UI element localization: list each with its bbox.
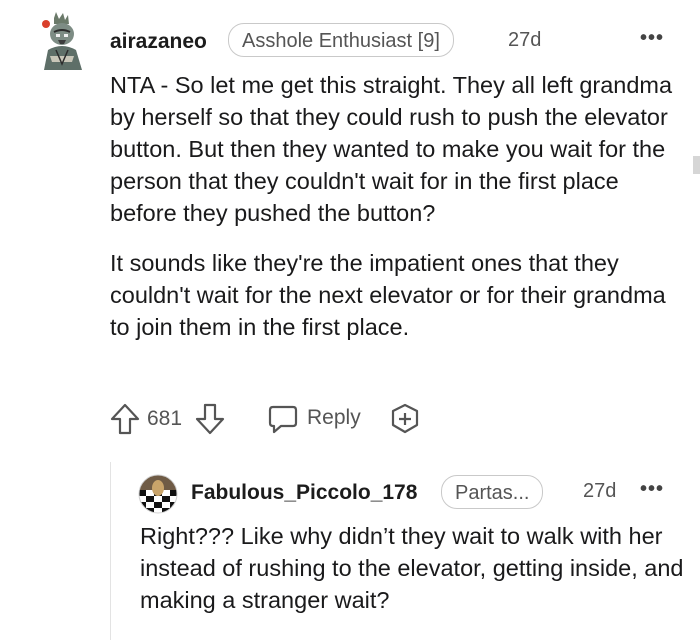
reply-body: Right??? Like why didn’t they wait to wa… [140, 523, 684, 613]
reply-button[interactable]: Reply [307, 406, 361, 430]
reply-avatar[interactable] [138, 474, 178, 514]
comment-username[interactable]: airazaneo [110, 30, 207, 54]
reply-more-options-icon[interactable]: ••• [640, 478, 664, 501]
upvote-icon[interactable] [110, 402, 140, 436]
reply-timestamp: 27d [583, 480, 617, 502]
comment-paragraph: It sounds like they're the impatient one… [110, 250, 666, 340]
reply-flair: Partas... [441, 475, 544, 509]
more-options-icon[interactable]: ••• [640, 27, 664, 50]
user-flair: Asshole Enthusiast [9] [228, 23, 454, 57]
award-icon[interactable] [388, 402, 422, 436]
downvote-icon[interactable] [195, 402, 225, 436]
comment-paragraph: NTA - So let me get this straight. They … [110, 72, 673, 226]
comment-body: NTA - So let me get this straight. They … [110, 69, 675, 343]
comment-timestamp: 27d [508, 29, 542, 51]
thread-line[interactable] [110, 462, 111, 640]
reply-username[interactable]: Fabulous_Piccolo_178 [191, 481, 417, 505]
reply-icon[interactable] [267, 403, 299, 435]
avatar[interactable] [36, 12, 86, 70]
vote-count: 681 [147, 407, 183, 430]
scrollbar-thumb[interactable] [693, 156, 700, 174]
